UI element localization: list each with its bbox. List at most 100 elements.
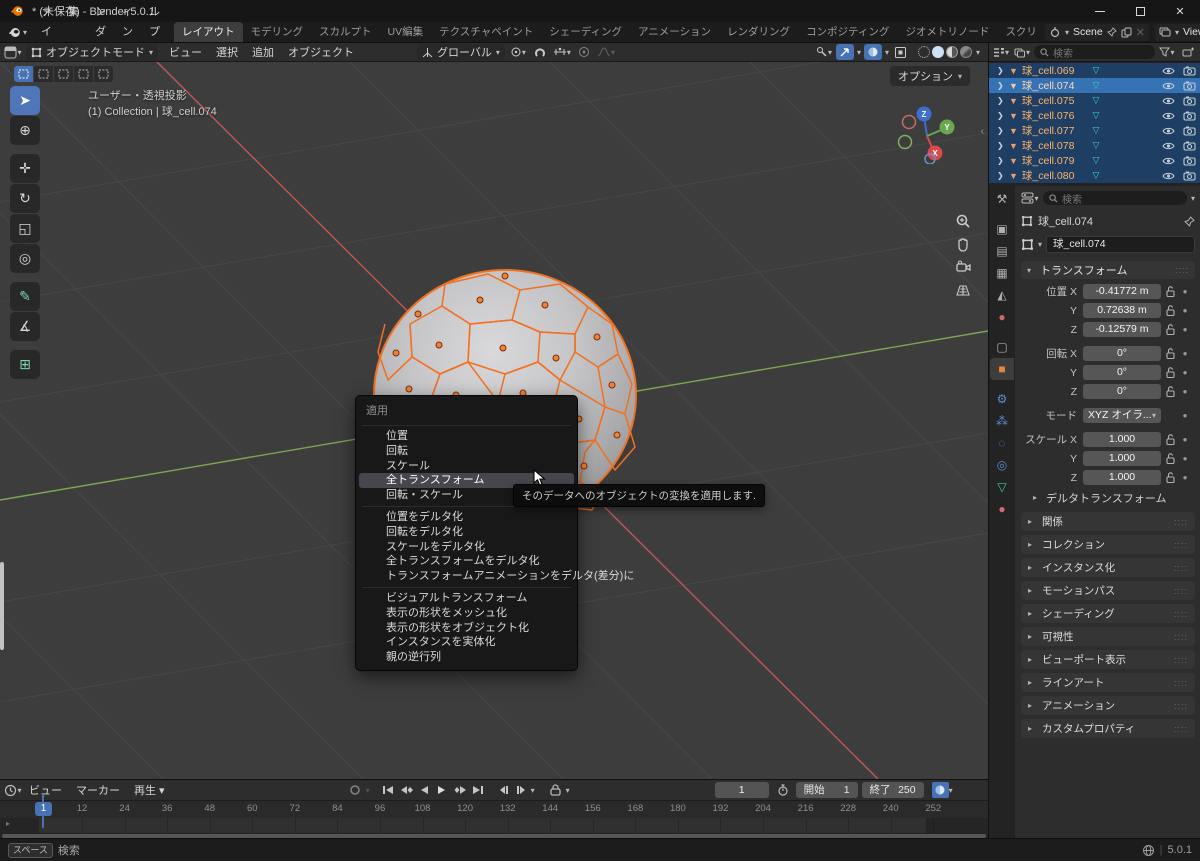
frame-back-button[interactable] <box>495 782 512 798</box>
expand-icon[interactable]: ❯ <box>997 96 1005 105</box>
snap-toggle[interactable] <box>531 44 549 60</box>
perspective-toggle-icon[interactable] <box>952 279 974 301</box>
rotate-icon[interactable]: ↻ <box>10 184 40 213</box>
animate-dot-icon[interactable]: ● <box>1179 454 1191 463</box>
value-field[interactable]: 0° <box>1083 365 1161 380</box>
outliner-row[interactable]: ❯▼球_cell.069▽ <box>989 63 1200 78</box>
blender-menu-button[interactable]: ▾ <box>0 26 33 39</box>
playhead[interactable]: 1 <box>35 802 52 816</box>
value-field[interactable]: -0.12579 m <box>1083 322 1161 337</box>
close-button[interactable]: ✕ <box>1160 0 1200 22</box>
animate-dot-icon[interactable]: ● <box>1179 387 1191 396</box>
value-field[interactable]: 0.72638 m <box>1083 303 1161 318</box>
transform-panel-header[interactable]: ▾ トランスフォーム :::: <box>1021 261 1195 279</box>
frame-end-field[interactable]: 終了250 <box>862 782 924 798</box>
workspace-tab[interactable]: テクスチャペイント <box>431 22 541 42</box>
panel-section-モーションパス[interactable]: ▸モーションパス:::: <box>1021 581 1195 600</box>
options-button[interactable]: オプション▾ <box>890 66 970 86</box>
workspace-tab[interactable]: スクリ <box>997 22 1045 42</box>
workspace-tab[interactable]: ジオメトリノード <box>897 22 997 42</box>
properties-tab-particles-icon[interactable]: ⁂ <box>990 410 1014 432</box>
workspace-tab[interactable]: レイアウト <box>174 22 243 42</box>
show-gizmo-button[interactable]: ▾ <box>815 44 833 60</box>
move-icon[interactable]: ✛ <box>10 154 40 183</box>
expand-icon[interactable]: ❯ <box>997 111 1005 120</box>
shading-wireframe-button[interactable] <box>918 46 930 58</box>
timeline-track[interactable]: ▸ <box>0 818 988 833</box>
lock-icon[interactable] <box>1161 453 1179 464</box>
animate-dot-icon[interactable]: ● <box>1179 325 1191 334</box>
rotation-mode-dropdown[interactable]: XYZ オイラ...▾ <box>1083 408 1161 423</box>
frame-forward-button[interactable] <box>513 782 530 798</box>
sidebar-collapse-icon[interactable]: ‹ <box>981 126 984 137</box>
properties-tab-scene-icon[interactable]: ◭ <box>990 284 1014 306</box>
view-layer-selector[interactable]: ▾ ViewLayer <box>1155 24 1200 41</box>
properties-tab-collection-icon[interactable]: ▢ <box>990 336 1014 358</box>
next-keyframe-button[interactable] <box>452 782 469 798</box>
pin-icon[interactable] <box>1184 216 1195 227</box>
minimize-button[interactable] <box>1080 0 1120 22</box>
outliner-filter-type-button[interactable]: ▾ <box>1013 44 1031 60</box>
transform-icon[interactable]: ◎ <box>10 244 40 273</box>
workspace-tab[interactable]: コンポジティング <box>798 22 897 42</box>
proportional-edit-toggle[interactable] <box>575 44 593 60</box>
frame-start-field[interactable]: 開始1 <box>796 782 858 798</box>
hide-viewport-icon[interactable] <box>1162 96 1175 106</box>
network-globe-icon[interactable] <box>1142 844 1155 857</box>
menu-item[interactable]: トランスフォームアニメーションをデルタ(差分)に <box>356 569 577 584</box>
expand-icon[interactable]: ❯ <box>997 81 1005 90</box>
prev-keyframe-button[interactable] <box>398 782 415 798</box>
maximize-button[interactable] <box>1120 0 1160 22</box>
timeline-ruler[interactable]: 1 12243648607284961081201321441561681801… <box>0 801 988 818</box>
animate-dot-icon[interactable]: ● <box>1179 287 1191 296</box>
current-frame-field[interactable]: 1 <box>715 782 769 798</box>
play-reverse-button[interactable] <box>416 782 433 798</box>
animate-dot-icon[interactable]: ● <box>1179 435 1191 444</box>
disable-render-icon[interactable] <box>1183 66 1196 76</box>
animate-dot-icon[interactable]: ● <box>1179 473 1191 482</box>
select-mode-lasso-icon[interactable] <box>74 66 93 82</box>
editor-type-button[interactable]: ▾ <box>4 44 22 60</box>
show-overlays-toggle[interactable] <box>864 44 882 60</box>
transform-orientation-selector[interactable]: グローバル ▾ <box>417 44 505 60</box>
outliner-row[interactable]: ❯▼球_cell.074▽ <box>989 78 1200 93</box>
properties-options-icon[interactable]: ▾ <box>1191 194 1195 203</box>
hide-viewport-icon[interactable] <box>1162 66 1175 76</box>
properties-tab-tool-icon[interactable]: ⚒ <box>990 188 1014 210</box>
disable-render-icon[interactable] <box>1183 96 1196 106</box>
outliner-row[interactable]: ❯▼球_cell.080▽ <box>989 168 1200 183</box>
menu-item[interactable]: スケールをデルタ化 <box>356 540 577 555</box>
expand-icon[interactable]: ❯ <box>997 171 1005 180</box>
panel-section-ラインアート[interactable]: ▸ラインアート:::: <box>1021 673 1195 692</box>
expand-icon[interactable]: ❯ <box>997 126 1005 135</box>
viewport-menu-オブジェクト[interactable]: オブジェクト <box>281 44 361 60</box>
expand-icon[interactable]: ❯ <box>997 66 1005 75</box>
panel-section-関係[interactable]: ▸関係:::: <box>1021 512 1195 531</box>
hide-viewport-icon[interactable] <box>1162 81 1175 91</box>
expand-icon[interactable]: ❯ <box>997 156 1005 165</box>
panel-section-インスタンス化[interactable]: ▸インスタンス化:::: <box>1021 558 1195 577</box>
timeline-menu-マーカー[interactable]: マーカー <box>69 782 127 798</box>
disable-render-icon[interactable] <box>1183 171 1196 181</box>
value-field[interactable]: 0° <box>1083 346 1161 361</box>
panel-section-可視性[interactable]: ▸可視性:::: <box>1021 627 1195 646</box>
annotate-icon[interactable]: ✎ <box>10 282 40 311</box>
properties-tab-physics-icon[interactable]: ◌ <box>990 432 1014 454</box>
jump-to-start-button[interactable] <box>380 782 397 798</box>
menu-item[interactable]: 親の逆行列 <box>356 650 577 665</box>
panel-section-ビューポート表示[interactable]: ▸ビューポート表示:::: <box>1021 650 1195 669</box>
select-mode-paint-icon[interactable] <box>94 66 113 82</box>
value-field[interactable]: 1.000 <box>1083 451 1161 466</box>
auto-keying-toggle[interactable] <box>347 782 364 798</box>
shading-material-button[interactable] <box>946 46 958 58</box>
new-collection-button[interactable] <box>1179 44 1197 60</box>
pin-icon[interactable] <box>1107 27 1117 37</box>
workspace-tab[interactable]: UV編集 <box>380 22 432 42</box>
lock-icon[interactable] <box>1161 324 1179 335</box>
properties-tab-material-icon[interactable]: ● <box>990 498 1014 520</box>
menu-item[interactable]: 位置 <box>356 429 577 444</box>
hide-viewport-icon[interactable] <box>1162 126 1175 136</box>
xray-toggle[interactable] <box>892 44 910 60</box>
object-name-field[interactable]: 球_cell.074 <box>1046 236 1195 253</box>
snap-with-button[interactable]: ▾ <box>553 44 571 60</box>
